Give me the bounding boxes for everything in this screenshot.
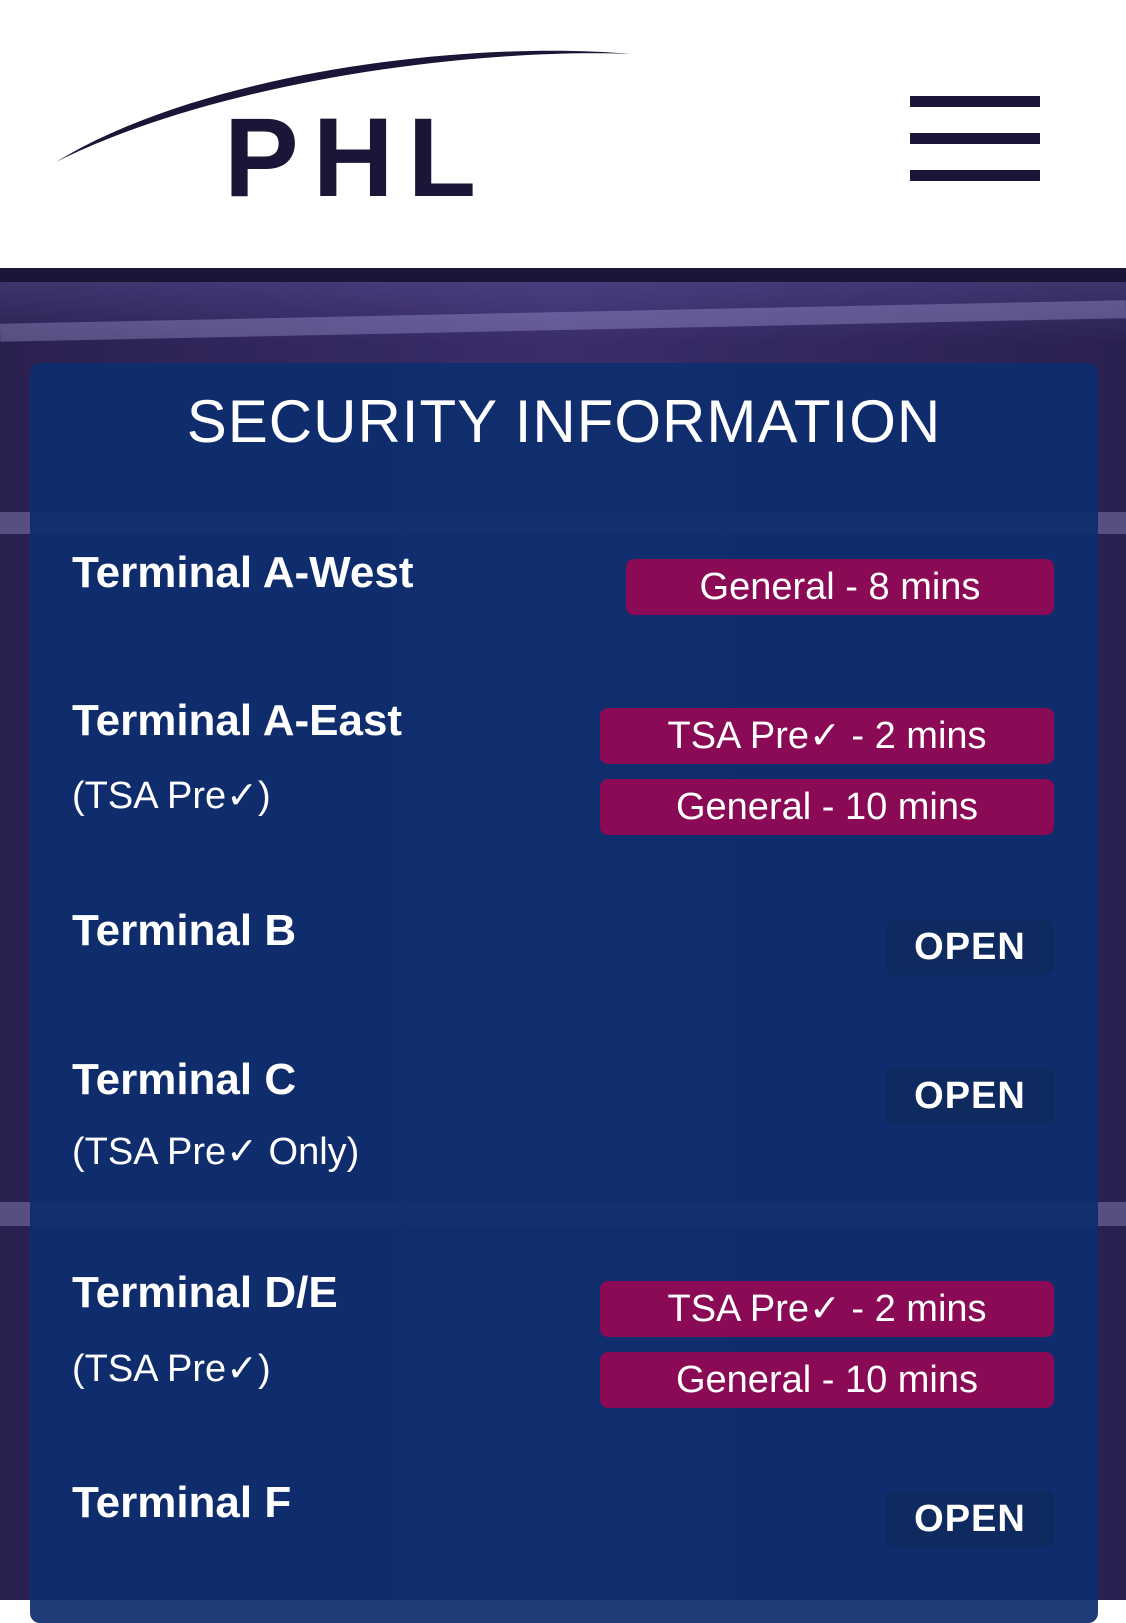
wait-time-badge: General - 10 mins [600,779,1054,835]
wait-time-badge: TSA Pre✓ - 2 mins [600,1281,1054,1337]
menu-button[interactable] [910,96,1040,182]
wait-time-badge: General - 8 mins [626,559,1054,615]
header-divider [0,268,1126,282]
open-status-badge: OPEN [886,1491,1054,1547]
phl-logo[interactable]: PHL [56,40,636,214]
panel-title: SECURITY INFORMATION [186,388,942,455]
terminal-note: (TSA Pre✓) [72,775,271,817]
terminal-name: Terminal B [72,906,297,955]
security-info-panel: SECURITY INFORMATION Terminal A-West Gen… [30,363,1098,1623]
terminal-name: Terminal A-West [72,548,414,597]
terminal-name: Terminal C [72,1055,297,1104]
terminal-note: (TSA Pre✓ Only) [72,1131,360,1173]
wait-time-badge: TSA Pre✓ - 2 mins [600,708,1054,764]
open-status-badge: OPEN [886,1068,1054,1124]
background-streak [0,300,1126,342]
terminal-name: Terminal F [72,1478,292,1527]
wait-time-badge: General - 10 mins [600,1352,1054,1408]
terminal-note: (TSA Pre✓) [72,1348,271,1390]
open-status-badge: OPEN [886,919,1054,975]
site-header: PHL [0,0,1126,268]
logo-text: PHL [224,95,490,220]
terminal-name: Terminal A-East [72,696,403,745]
hamburger-menu-icon [910,133,1040,144]
hamburger-menu-icon [910,170,1040,181]
hamburger-menu-icon [910,96,1040,107]
terminal-name: Terminal D/E [72,1268,338,1317]
